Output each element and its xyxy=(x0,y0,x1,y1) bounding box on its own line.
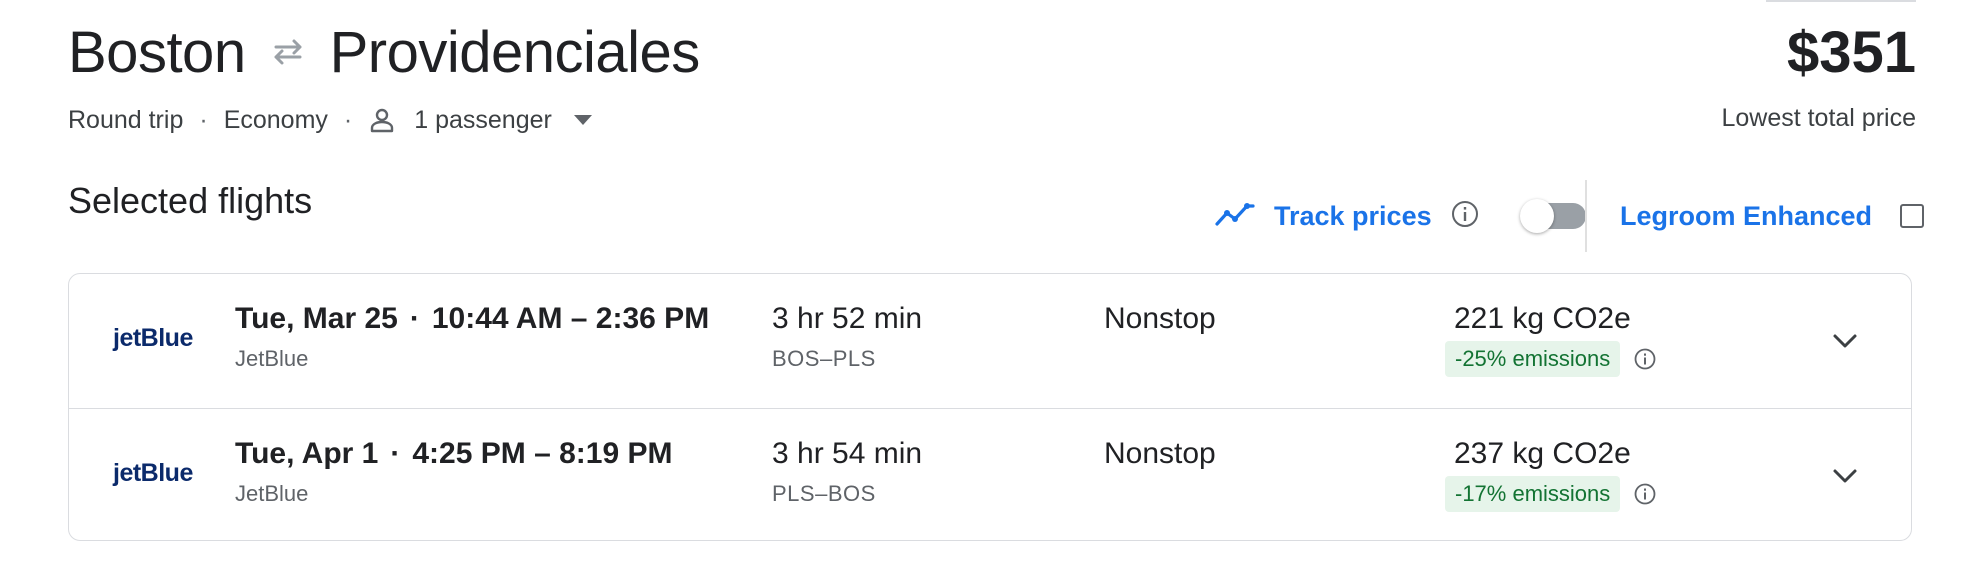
flight-duration: 3 hr 54 min xyxy=(772,437,923,470)
info-icon[interactable] xyxy=(1450,199,1480,234)
flight-date-time: Tue, Apr 1 · 4:25 PM – 8:19 PM xyxy=(235,437,672,471)
airline-name: JetBlue xyxy=(235,481,309,506)
legroom-checkbox[interactable] xyxy=(1900,204,1925,228)
flight-times: 4:25 PM – 8:19 PM xyxy=(412,437,673,470)
track-prices-label[interactable]: Track prices xyxy=(1274,201,1432,232)
info-icon[interactable] xyxy=(1633,482,1657,506)
flight-row[interactable]: jetBlue Tue, Apr 1 · 4:25 PM – 8:19 PM Jet… xyxy=(69,408,1911,543)
airport-codes: BOS–PLS xyxy=(772,346,876,371)
dropdown-caret-icon[interactable] xyxy=(573,109,596,131)
flight-date-time: Tue, Mar 25 · 10:44 AM – 2:36 PM xyxy=(235,302,709,336)
chevron-down-icon[interactable] xyxy=(1826,457,1864,495)
trip-options: Round trip · Economy · 1 passenger xyxy=(68,100,596,140)
destination-city: Providenciales xyxy=(329,19,701,85)
emissions-value: 221 kg CO2e xyxy=(1454,302,1631,335)
flight-duration: 3 hr 52 min xyxy=(772,302,923,335)
cabin-class[interactable]: Economy xyxy=(224,106,328,135)
legroom-label[interactable]: Legroom Enhanced xyxy=(1620,201,1872,232)
vertical-divider xyxy=(1585,180,1587,252)
swap-arrows-icon xyxy=(268,32,308,72)
flight-date: Tue, Mar 25 xyxy=(235,302,398,335)
separator-dot: · xyxy=(409,302,420,335)
emissions-value: 237 kg CO2e xyxy=(1454,437,1631,470)
separator-dot: · xyxy=(390,437,401,470)
chevron-down-icon[interactable] xyxy=(1826,322,1864,360)
track-prices-toggle[interactable] xyxy=(1519,199,1586,233)
person-icon xyxy=(368,104,400,136)
flight-times: 10:44 AM – 2:36 PM xyxy=(431,302,710,335)
info-icon[interactable] xyxy=(1633,347,1657,371)
top-divider xyxy=(1766,0,1916,2)
track-prices: Track prices xyxy=(1214,194,1586,238)
legroom-filter: Legroom Enhanced xyxy=(1620,194,1925,238)
route-header: Boston Providenciales xyxy=(68,14,700,90)
emissions-badge: -17% emissions xyxy=(1445,476,1621,512)
emissions-badge: -25% emissions xyxy=(1445,341,1621,377)
stops: Nonstop xyxy=(1104,437,1216,470)
origin-city: Boston xyxy=(68,19,246,85)
airline-name: JetBlue xyxy=(235,346,309,371)
flight-row[interactable]: jetBlue Tue, Mar 25 · 10:44 AM – 2:36 PM J… xyxy=(69,274,1911,408)
total-price: $351 xyxy=(1786,19,1916,85)
passenger-count[interactable]: 1 passenger xyxy=(414,106,552,135)
toggle-knob xyxy=(1519,199,1554,233)
airport-codes: PLS–BOS xyxy=(772,481,876,506)
trip-type[interactable]: Round trip xyxy=(68,106,183,135)
flight-date: Tue, Apr 1 xyxy=(235,437,379,470)
trend-line-icon xyxy=(1214,201,1256,232)
separator-dot: · xyxy=(199,105,208,134)
section-title: Selected flights xyxy=(68,180,313,221)
selected-flights-card: jetBlue Tue, Mar 25 · 10:44 AM – 2:36 PM J… xyxy=(68,273,1912,541)
airline-logo: jetBlue xyxy=(113,324,193,352)
price-label: Lowest total price xyxy=(1721,104,1916,132)
airline-logo: jetBlue xyxy=(113,459,193,487)
stops: Nonstop xyxy=(1104,302,1216,335)
separator-dot: · xyxy=(343,105,353,134)
